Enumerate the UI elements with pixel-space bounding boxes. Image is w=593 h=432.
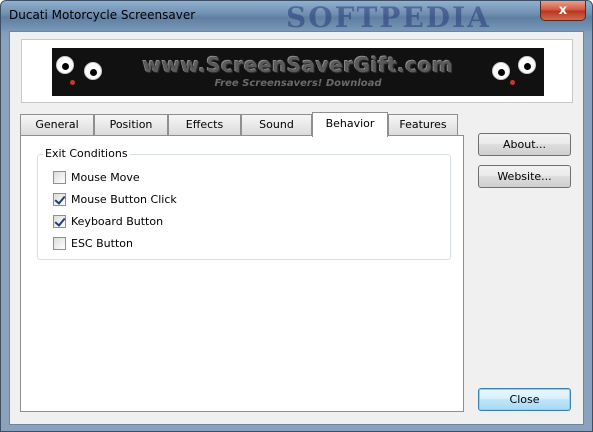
- tab-effects[interactable]: Effects: [168, 114, 241, 135]
- about-button[interactable]: About...: [478, 133, 571, 156]
- softpedia-watermark: SOFTPEDIA: [286, 1, 491, 34]
- keyboard-button-label: Keyboard Button: [71, 214, 164, 228]
- close-icon: x: [558, 3, 568, 18]
- mouse-button-click-option[interactable]: Mouse Button Click: [53, 191, 177, 207]
- exit-conditions-group: Exit Conditions Mouse Move Mouse Button …: [37, 147, 451, 260]
- keyboard-button-option[interactable]: Keyboard Button: [53, 213, 163, 229]
- banner-frame: www.ScreenSaverGift.com Free Screensaver…: [21, 39, 573, 103]
- exit-conditions-label: Exit Conditions: [43, 147, 130, 160]
- window-title: Ducati Motorcycle Screensaver: [9, 8, 196, 22]
- esc-button-label: ESC Button: [71, 236, 133, 250]
- screensavergift-banner[interactable]: www.ScreenSaverGift.com Free Screensaver…: [52, 48, 544, 96]
- esc-button-checkbox[interactable]: [53, 236, 66, 250]
- title-bar[interactable]: Ducati Motorcycle Screensaver SOFTPEDIA …: [1, 1, 592, 34]
- tab-sound[interactable]: Sound: [241, 114, 312, 135]
- dialog-client-area: www.ScreenSaverGift.com Free Screensaver…: [9, 31, 584, 425]
- tab-position[interactable]: Position: [94, 114, 168, 135]
- mouse-move-option[interactable]: Mouse Move: [53, 169, 140, 185]
- app-window: Ducati Motorcycle Screensaver SOFTPEDIA …: [0, 0, 593, 432]
- tab-general[interactable]: General: [20, 114, 94, 135]
- close-button[interactable]: Close: [478, 388, 571, 411]
- keyboard-button-checkbox[interactable]: [53, 214, 66, 228]
- esc-button-option[interactable]: ESC Button: [53, 235, 133, 251]
- window-close-button[interactable]: x: [540, 1, 586, 21]
- mouse-button-click-checkbox[interactable]: [53, 192, 66, 206]
- cartoon-eyes-right-icon: [492, 56, 542, 90]
- mouse-move-label: Mouse Move: [71, 170, 140, 184]
- mouse-move-checkbox[interactable]: [53, 170, 66, 184]
- tab-behavior[interactable]: Behavior: [312, 112, 388, 137]
- mouse-button-click-label: Mouse Button Click: [71, 192, 177, 206]
- banner-url-text: www.ScreenSaverGift.com: [142, 53, 454, 77]
- tab-features[interactable]: Features: [388, 114, 458, 135]
- behavior-tab-page: Exit Conditions Mouse Move Mouse Button …: [20, 135, 464, 412]
- banner-subtitle: Free Screensavers! Download: [214, 78, 382, 89]
- website-button[interactable]: Website...: [478, 165, 571, 188]
